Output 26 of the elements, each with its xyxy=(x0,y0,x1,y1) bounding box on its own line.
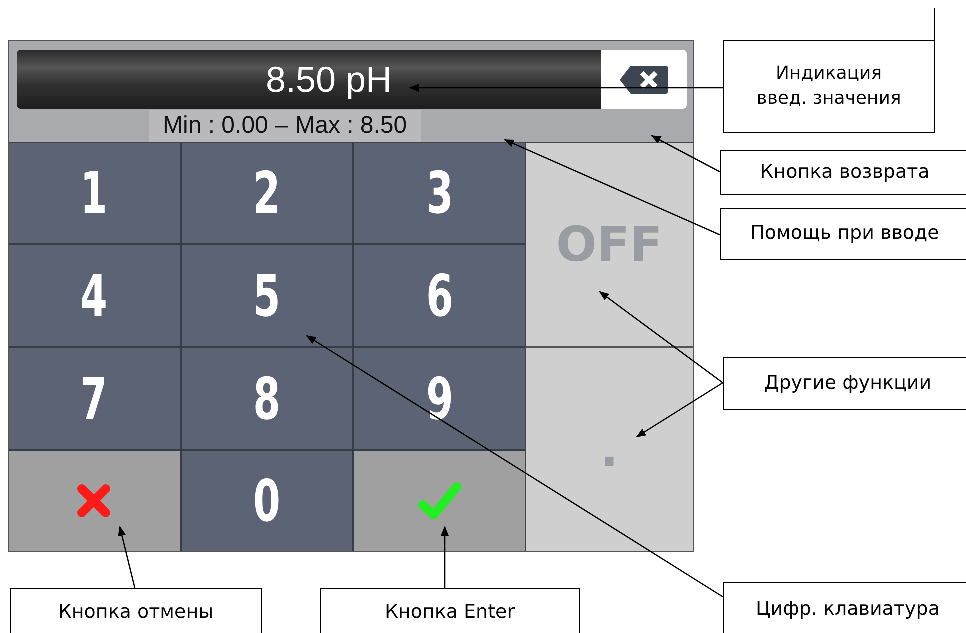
enter-button[interactable] xyxy=(354,451,525,551)
digit-key[interactable]: 7 xyxy=(9,348,180,449)
checkmark-icon xyxy=(418,481,462,521)
entered-value: 8.50 pH xyxy=(266,58,392,100)
digit-key[interactable]: 1 xyxy=(9,143,180,243)
digit-key[interactable]: 6 xyxy=(354,245,525,346)
callout-label: Кнопка возврата xyxy=(720,150,966,195)
digit-key[interactable]: 9 xyxy=(354,348,525,449)
callout-label: Кнопка Enter xyxy=(320,588,580,633)
digit-key[interactable]: 5 xyxy=(182,245,352,346)
digit-key[interactable]: 8 xyxy=(182,348,352,449)
cancel-button[interactable] xyxy=(9,451,180,551)
digit-key[interactable]: 0 xyxy=(182,451,352,551)
backspace-icon xyxy=(619,64,669,94)
leader-arrow xyxy=(118,526,136,588)
backspace-button[interactable] xyxy=(601,50,687,109)
callout-label: Другие функции xyxy=(723,357,966,410)
digit-key[interactable]: 4 xyxy=(9,245,180,346)
callout-label: Индикация введ. значения xyxy=(723,40,935,133)
digit-key[interactable]: 3 xyxy=(354,143,525,243)
callout-label: Кнопка отмены xyxy=(10,588,262,633)
close-icon xyxy=(76,483,112,519)
callout-label: Цифр. клавиатура xyxy=(723,582,966,633)
input-range-hint: Min : 0.00 – Max : 8.50 xyxy=(149,110,422,142)
digit-key[interactable]: 2 xyxy=(182,143,352,243)
callout-label: Помощь при вводе xyxy=(720,208,966,260)
